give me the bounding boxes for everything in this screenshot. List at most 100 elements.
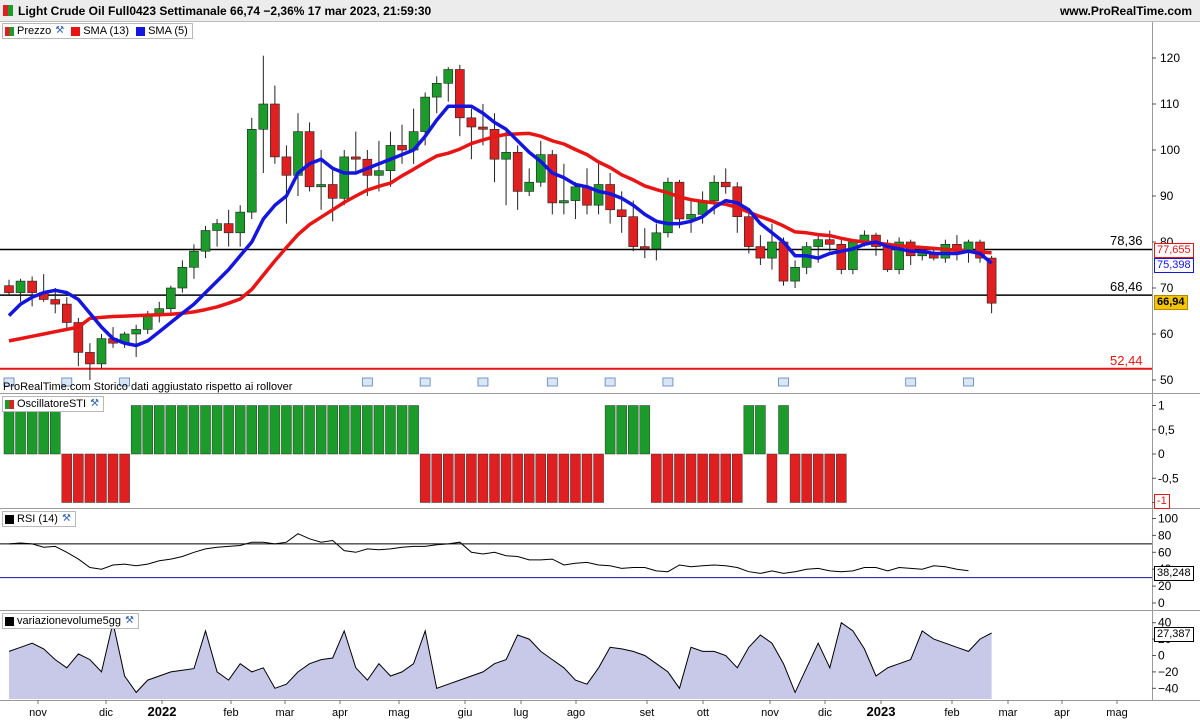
event-marker-icon [905, 377, 917, 387]
sti-bar [73, 453, 84, 503]
event-marker-icon [419, 377, 431, 387]
x-axis-label: mag [1106, 707, 1127, 719]
sti-bar [616, 405, 627, 455]
candle-legend-icon [5, 26, 14, 36]
vol-tick-label: 0 [1158, 649, 1165, 663]
sti-bar [211, 405, 223, 455]
legend-rsi: RSI (14) [17, 513, 58, 525]
sti-bar [778, 405, 789, 455]
sti-bar [3, 405, 15, 455]
sti-bar [604, 405, 616, 455]
sti-bar [154, 405, 165, 455]
sti-bar [119, 453, 130, 503]
candle-body [824, 239, 835, 245]
sti-tick-label: -0,5 [1158, 471, 1179, 485]
candle-body [223, 223, 234, 234]
sti-bar [836, 453, 847, 503]
sti-bar [188, 405, 200, 455]
candle-body [455, 69, 465, 119]
event-marker-icon [361, 377, 373, 387]
sti-bar [96, 453, 107, 503]
x-axis-label: mag [388, 707, 409, 719]
candle-body [616, 209, 627, 218]
candle-body [570, 186, 581, 201]
rsi-tick-label: 100 [1158, 512, 1178, 526]
sti-bar [396, 405, 408, 455]
sti-bar [223, 405, 234, 455]
sti-bar [766, 453, 778, 503]
last-price-tag: 66,94 [1154, 295, 1188, 310]
sti-bar [177, 405, 188, 455]
sma13-value-tag: 77,655 [1154, 243, 1194, 258]
sti-bar [547, 453, 558, 503]
price-note: ProRealTime.com Storico dati aggiustato … [3, 381, 293, 393]
sti-bar [165, 405, 177, 455]
candle-body [524, 181, 535, 192]
sti-bar [824, 453, 836, 503]
wrench-icon[interactable]: ⚒ [55, 25, 64, 37]
candle-body [212, 223, 222, 231]
sti-legend: OscillatoreSTI ⚒ [2, 396, 105, 412]
candle-body [15, 280, 26, 293]
candle-body [767, 241, 777, 259]
candle-body [501, 152, 511, 160]
candle-body [639, 246, 650, 250]
candle-body [755, 246, 766, 259]
sti-bar [269, 405, 281, 455]
sti-bar [662, 453, 674, 503]
candle-body [270, 103, 280, 158]
sti-bar [593, 453, 604, 503]
sti-bar [200, 405, 211, 455]
candle-body [651, 232, 662, 250]
x-axis-label: apr [332, 707, 348, 719]
candle-body [986, 257, 997, 304]
price-tick-label: 120 [1160, 51, 1180, 65]
event-marker-icon [662, 377, 674, 387]
sti-bar [292, 405, 304, 455]
sti-bar [708, 453, 720, 503]
event-marker-icon [546, 377, 558, 387]
sti-bar [523, 453, 535, 503]
x-axis-label: mar [999, 707, 1018, 719]
sti-bar [373, 405, 385, 455]
sti-bar [315, 405, 327, 455]
candle-body [27, 280, 37, 293]
sti-bar [49, 405, 61, 455]
sti-bar [431, 453, 442, 503]
x-axis-label: dic [99, 707, 114, 719]
wrench-icon[interactable]: ⚒ [125, 615, 134, 627]
sti-bar [408, 405, 419, 455]
candle-body [200, 230, 211, 252]
sti-bar [755, 405, 766, 455]
wrench-icon[interactable]: ⚒ [90, 398, 99, 410]
sti-bar [419, 453, 431, 503]
sti-bar [258, 405, 269, 455]
sti-bar [581, 453, 593, 503]
rsi-legend: RSI (14) ⚒ [2, 511, 76, 527]
event-marker-icon [963, 377, 974, 387]
candle-body [547, 154, 558, 204]
chart-canvas: 5060708090100110120-1-0,500,510204060801… [0, 22, 1200, 719]
candle-body [489, 129, 500, 160]
candle-body [744, 216, 754, 247]
level-label-2: 68,46 [1110, 279, 1143, 294]
sti-bar [651, 453, 662, 503]
sti-tick-label: 0,5 [1158, 423, 1175, 437]
price-tick-label: 50 [1160, 373, 1174, 387]
candle-body [166, 287, 176, 310]
sma5-color-icon [136, 26, 146, 36]
sti-bar [15, 405, 26, 455]
candle-body [512, 152, 523, 192]
sti-bar [477, 453, 489, 503]
candle-body [85, 352, 95, 365]
candle-body [709, 181, 719, 201]
sti-bar [234, 405, 246, 455]
candle-body [420, 96, 430, 132]
sti-bar [743, 405, 755, 455]
vol-color-icon [5, 616, 14, 626]
sti-bar [338, 405, 350, 455]
legend-sma5: SMA (5) [148, 25, 188, 37]
wrench-icon[interactable]: ⚒ [62, 513, 71, 525]
candle-body [593, 184, 604, 206]
candle-body [177, 266, 188, 289]
